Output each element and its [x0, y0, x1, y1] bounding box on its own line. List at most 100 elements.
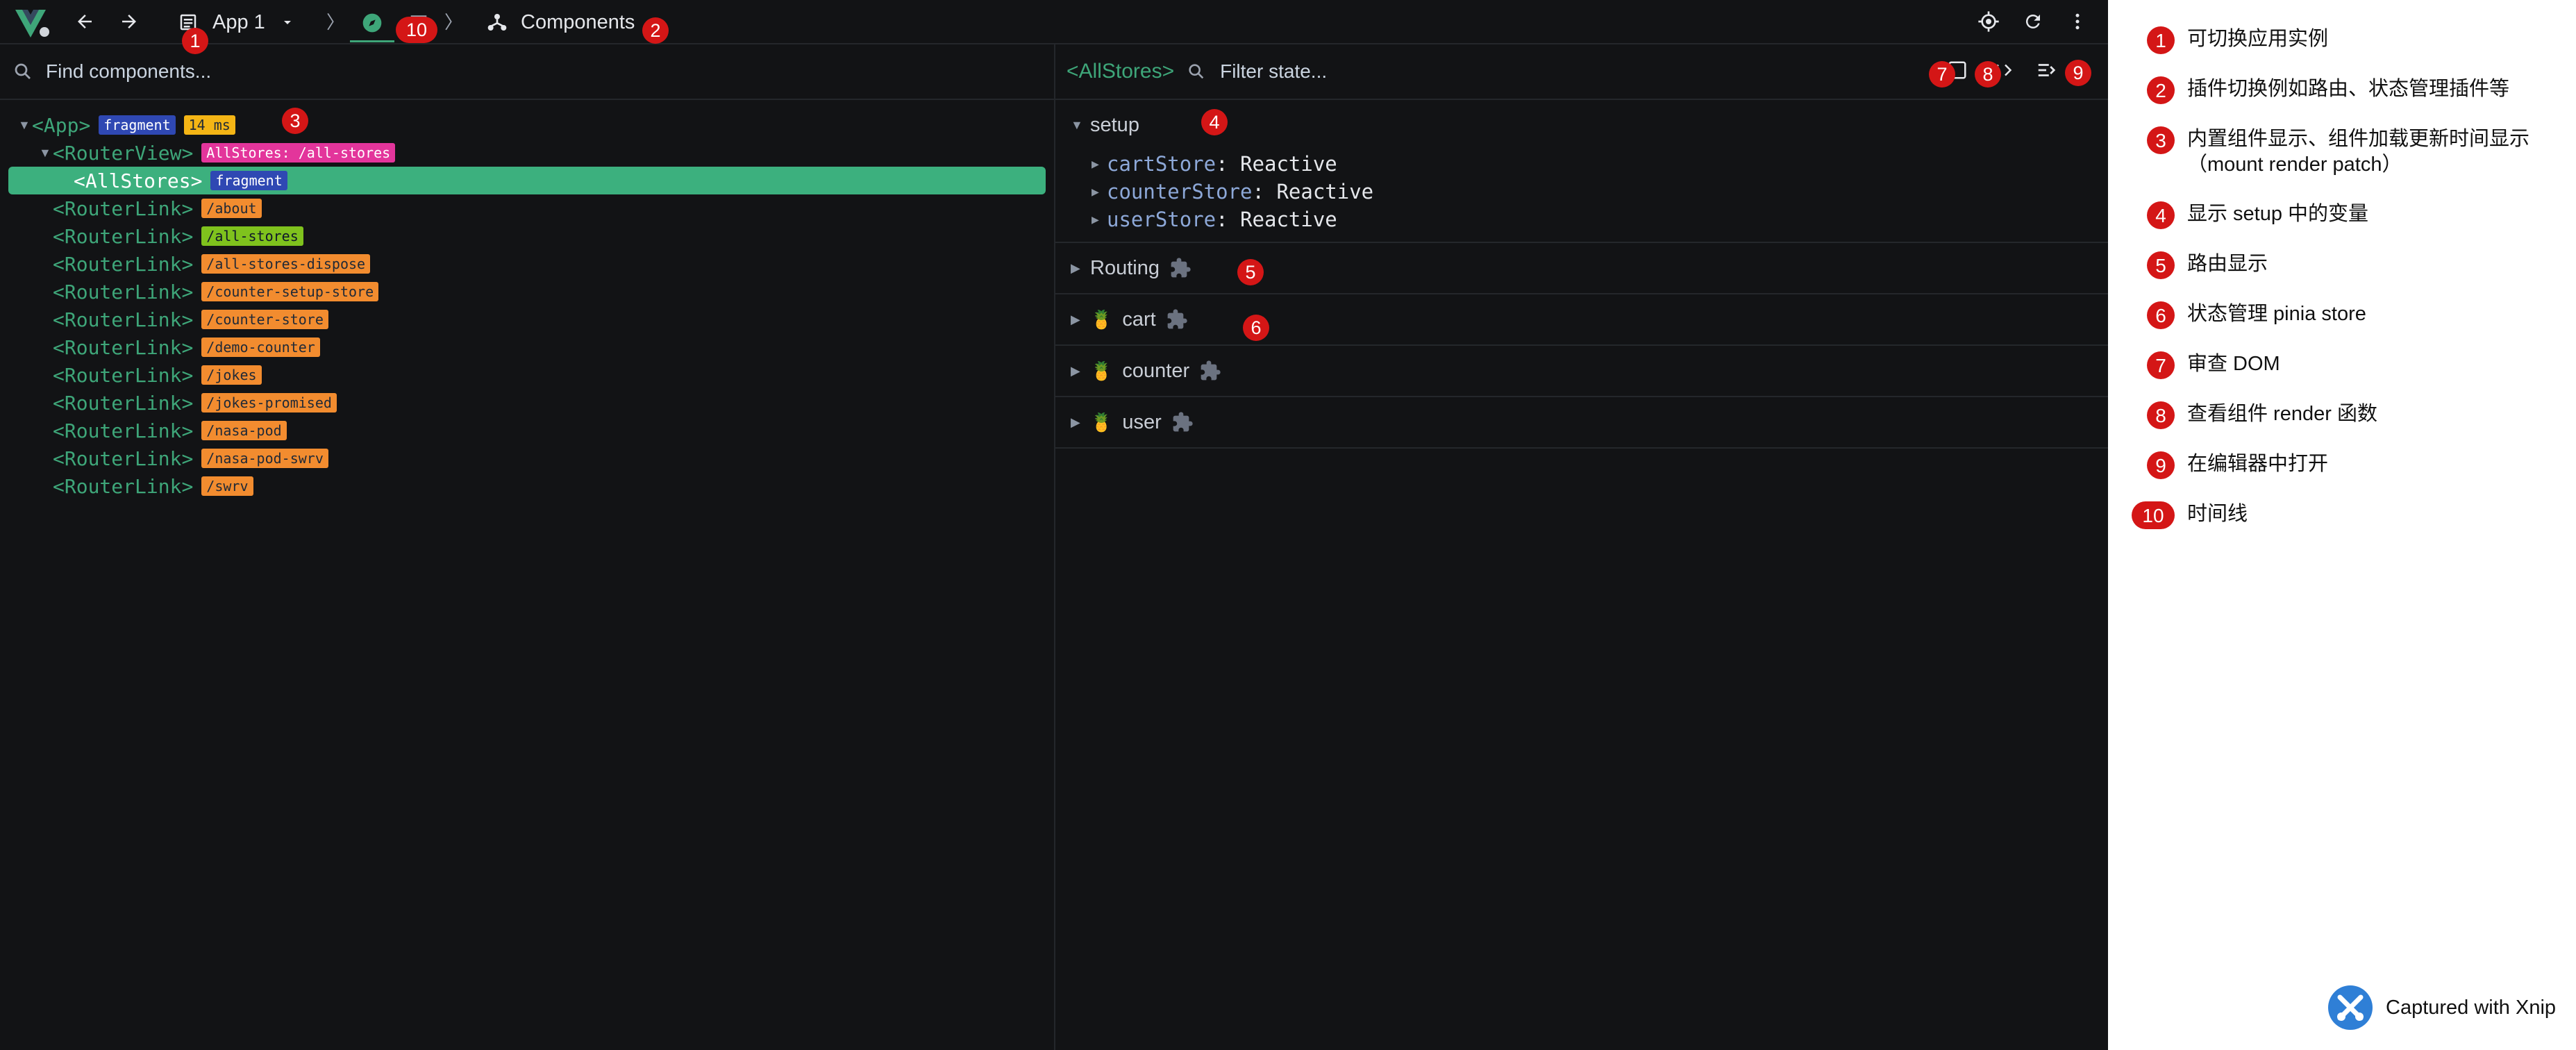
state-key: userStore	[1107, 208, 1216, 231]
section-cart: ▶ 🍍 cart	[1055, 294, 2108, 346]
tree-node-routerlink[interactable]: <RouterLink> /all-stores-dispose	[0, 250, 1054, 278]
tree-node-routerlink[interactable]: <RouterLink> /swrv	[0, 472, 1054, 500]
tree-node-routerlink[interactable]: <RouterLink> /nasa-pod-swrv	[0, 444, 1054, 472]
open-in-editor-icon[interactable]	[2036, 60, 2058, 82]
legend-item-10: 10 时间线	[2132, 501, 2557, 529]
legend-number-badge: 3	[2147, 126, 2175, 154]
tree-node-routerlink[interactable]: <RouterLink> /jokes-promised	[0, 389, 1054, 417]
plugin-puzzle-icon	[1171, 258, 1191, 278]
marker-4: 4	[1201, 109, 1228, 135]
section-title: cart	[1122, 308, 1156, 331]
pinia-store-icon: 🍍	[1090, 308, 1113, 330]
expand-arrow-icon[interactable]: ▼	[18, 118, 32, 133]
badge-link: /counter-store	[201, 310, 328, 329]
badge-view: AllStores: /all-stores	[201, 143, 396, 162]
marker-5: 5	[1237, 259, 1264, 285]
tag-bracket: <	[53, 280, 65, 303]
tag-bracket: <	[53, 335, 65, 359]
section-title: user	[1122, 410, 1162, 433]
badge-link: /nasa-pod	[201, 421, 287, 440]
tag-bracket: >	[181, 363, 194, 387]
pinia-store-icon: 🍍	[1090, 411, 1113, 433]
section-header[interactable]: ▶ 🍍 user	[1071, 397, 2108, 447]
tag-name: RouterLink	[64, 197, 182, 220]
xnip-watermark-text: Captured with Xnip	[2386, 996, 2557, 1019]
legend-item-8: 8 查看组件 render 函数	[2147, 401, 2557, 429]
tree-node-routerlink[interactable]: <RouterLink> /counter-store	[0, 306, 1054, 333]
marker-2: 2	[642, 17, 669, 44]
tree-node-routerview[interactable]: ▼ <RouterView> AllStores: /all-stores	[0, 139, 1054, 167]
expand-arrow-icon[interactable]: ▼	[39, 146, 53, 160]
legend-item-5: 5 路由显示	[2147, 251, 2557, 279]
state-key: counterStore	[1107, 180, 1253, 203]
back-arrow-icon[interactable]	[69, 6, 100, 37]
plugin-puzzle-icon	[1167, 309, 1187, 329]
tag-name: RouterLink	[64, 391, 182, 415]
badge-link: /jokes	[201, 365, 262, 385]
setup-title: setup	[1090, 113, 1139, 136]
marker-1: 1	[182, 28, 208, 54]
section-header[interactable]: ▶ 🍍 counter	[1071, 346, 2108, 396]
tree-node-label: <AllStores>	[74, 169, 202, 192]
find-components-input[interactable]	[44, 60, 464, 83]
state-row[interactable]: ▶ userStore: Reactive	[1071, 206, 2108, 233]
tree-node-label: <RouterLink>	[53, 336, 193, 359]
legend-text: 状态管理 pinia store	[2187, 303, 2366, 325]
state-row[interactable]: ▶ cartStore: Reactive	[1071, 150, 2108, 178]
badge-link: /jokes-promised	[201, 393, 337, 412]
tag-bracket: >	[181, 252, 194, 276]
badge-link: /about	[201, 199, 262, 218]
tag-name: RouterLink	[64, 280, 182, 303]
tree-node-routerlink[interactable]: <RouterLink> /demo-counter	[0, 333, 1054, 361]
components-pane: ▼<App>fragment14 ms▼<RouterView>AllStore…	[0, 44, 1055, 1050]
tag-bracket: <	[53, 197, 65, 220]
more-menu-icon[interactable]	[2062, 6, 2093, 37]
breadcrumb-components-label: Components	[521, 10, 635, 33]
vue-devtools-window: App 1 〉 〉 Components ▼<App>fragme	[0, 0, 2108, 1050]
pinia-store-icon: 🍍	[1090, 360, 1113, 381]
tag-bracket: <	[53, 419, 65, 442]
section-routing: ▶ Routing	[1055, 243, 2108, 294]
legend-item-1: 1 可切换应用实例	[2147, 26, 2557, 54]
tree-node-allstores[interactable]: <AllStores> fragment	[8, 167, 1046, 194]
collapsed-arrow-icon: ▶	[1071, 415, 1080, 429]
filter-search-icon	[1189, 64, 1204, 79]
components-tab-compass-icon[interactable]	[350, 6, 394, 42]
refresh-icon[interactable]	[2018, 6, 2048, 37]
tag-name: App	[43, 113, 79, 137]
tree-node-routerlink[interactable]: <RouterLink> /nasa-pod	[0, 417, 1054, 444]
tree-node-routerlink[interactable]: <RouterLink> /counter-setup-store	[0, 278, 1054, 306]
plugin-puzzle-icon	[1201, 360, 1221, 381]
breadcrumb-components[interactable]: Components	[486, 7, 635, 38]
marker-10: 10	[396, 17, 437, 43]
legend-text: 内置组件显示、组件加载更新时间显示（mount render patch）	[2187, 128, 2530, 176]
section-header[interactable]: ▶ 🍍 cart	[1071, 294, 2108, 344]
legend-text: 插件切换例如路由、状态管理插件等	[2187, 78, 2510, 100]
tag-name: RouterLink	[64, 419, 182, 442]
tree-node-label: <RouterLink>	[53, 308, 193, 331]
filter-state-input[interactable]	[1219, 60, 1639, 83]
badge-link: /demo-counter	[201, 338, 320, 357]
tag-bracket: <	[53, 308, 65, 331]
tag-name: AllStores	[85, 169, 191, 192]
forward-arrow-icon[interactable]	[114, 6, 144, 37]
legend-number-badge: 6	[2147, 301, 2175, 329]
tree-node-label: <RouterLink>	[53, 475, 193, 498]
tree-node-label: <RouterLink>	[53, 447, 193, 470]
tree-node-routerlink[interactable]: <RouterLink> /all-stores	[0, 222, 1054, 250]
tag-bracket: <	[53, 141, 65, 165]
legend-text: 显示 setup 中的变量	[2187, 203, 2369, 225]
badge-link: /counter-setup-store	[201, 282, 379, 301]
tree-node-app[interactable]: ▼ <App> fragment 14 ms	[0, 111, 1054, 139]
legend-number-badge: 5	[2147, 251, 2175, 279]
tag-name: RouterLink	[64, 447, 182, 470]
select-component-target-icon[interactable]	[1973, 6, 2004, 37]
section-title: Routing	[1090, 256, 1160, 279]
tag-bracket: >	[181, 224, 194, 248]
section-header[interactable]: ▶ Routing	[1071, 243, 2108, 293]
tree-node-routerlink[interactable]: <RouterLink> /about	[0, 194, 1054, 222]
tag-bracket: >	[190, 169, 203, 192]
state-row[interactable]: ▶ counterStore: Reactive	[1071, 178, 2108, 206]
tree-node-label: <RouterLink>	[53, 392, 193, 415]
tree-node-routerlink[interactable]: <RouterLink> /jokes	[0, 361, 1054, 389]
